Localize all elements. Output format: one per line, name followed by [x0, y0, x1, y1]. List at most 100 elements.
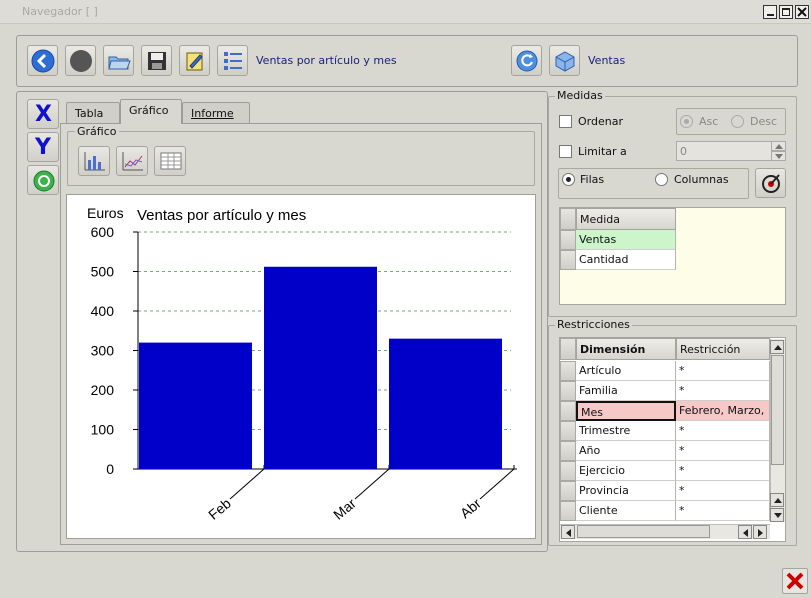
dimension-cell[interactable]: Familia [576, 381, 676, 401]
tab-tabla-label: Tabla [75, 107, 104, 120]
dimension-col-header[interactable]: Dimensión [576, 338, 676, 360]
medidas-corner [560, 208, 576, 230]
chart-title: Ventas por artículo y mes [137, 207, 306, 224]
close-icon [797, 7, 807, 17]
dimension-cell[interactable]: Ejercicio [576, 461, 676, 481]
asc-radio[interactable] [680, 115, 693, 128]
medida-row-cantidad[interactable]: Cantidad [576, 250, 676, 270]
open-button[interactable] [103, 45, 134, 76]
restriccion-cell[interactable]: * [676, 381, 770, 401]
stop-button[interactable] [65, 45, 96, 76]
save-button[interactable] [141, 45, 172, 76]
cube-label: Ventas [588, 54, 626, 67]
restriccion-cell[interactable]: * [676, 461, 770, 481]
medidas-col-header: Medida [576, 208, 676, 230]
dimension-cell[interactable]: Mes [576, 401, 676, 421]
x-tick-leader [354, 468, 390, 500]
scroll-left-button[interactable] [561, 525, 575, 539]
bar-chart-button[interactable] [78, 146, 110, 176]
tab-tabla[interactable]: Tabla [66, 102, 120, 124]
y-tick-label: 100 [91, 422, 115, 438]
target-button[interactable] [755, 168, 786, 198]
window-titlebar[interactable]: Navegador [ ] [0, 0, 811, 24]
medida-row-ventas[interactable]: Ventas [576, 230, 676, 250]
back-arrow-icon [31, 49, 55, 73]
restriccion-cell[interactable]: * [676, 441, 770, 461]
maximize-button[interactable] [779, 5, 793, 19]
restriccion-cell[interactable]: * [676, 421, 770, 441]
line-chart-icon [122, 152, 143, 171]
chevron-down-icon [775, 154, 783, 159]
restriccion-row-header[interactable] [560, 381, 576, 401]
tab-grafico[interactable]: Gráfico [120, 99, 182, 124]
filas-radio-dot [566, 177, 571, 182]
scroll-up-button[interactable] [770, 340, 784, 354]
restricciones-legend: Restricciones [555, 318, 632, 331]
dimension-cell[interactable]: Cliente [576, 501, 676, 521]
tab-informe[interactable]: Informe [182, 102, 250, 124]
dimension-cell[interactable]: Año [576, 441, 676, 461]
filas-radio[interactable] [562, 173, 575, 186]
x-tick-leader [479, 468, 515, 500]
scroll-right-button[interactable] [753, 525, 767, 539]
chevron-right-icon [758, 529, 763, 537]
limit-spinner-input[interactable]: 0 [676, 141, 772, 161]
spinner-down-button[interactable] [771, 151, 786, 161]
target-icon [762, 174, 780, 193]
medidas-row-header[interactable] [560, 230, 576, 250]
y-tick-label: 200 [91, 382, 115, 398]
close-window-button[interactable] [795, 5, 809, 19]
scroll-left-button-right[interactable] [738, 525, 752, 539]
bar-mar [264, 266, 377, 469]
medidas-row-header[interactable] [560, 250, 576, 270]
dimension-cell[interactable]: Provincia [576, 481, 676, 501]
scroll-up-button-lower[interactable] [770, 493, 784, 507]
restriccion-cell[interactable]: * [676, 481, 770, 501]
back-button[interactable] [27, 45, 58, 76]
restriccion-cell[interactable]: * [676, 361, 770, 381]
restriccion-row-header[interactable] [560, 441, 576, 461]
scroll-down-button[interactable] [770, 508, 784, 522]
line-chart-button[interactable] [116, 146, 148, 176]
close-dialog-button[interactable] [782, 568, 808, 594]
restriccion-row-header[interactable] [560, 401, 576, 421]
restriccion-col-header[interactable]: Restricción [676, 338, 770, 360]
restriccion-cell[interactable]: * [676, 501, 770, 521]
list-button[interactable] [217, 45, 248, 76]
grafico-group-legend: Gráfico [75, 125, 119, 138]
y-axis-button[interactable]: Y [27, 132, 59, 162]
asc-radio-dot [684, 119, 689, 124]
swap-axes-button[interactable] [27, 165, 59, 195]
restriccion-cell[interactable]: Febrero, Marzo, [676, 401, 770, 421]
cube-button[interactable] [549, 45, 580, 76]
restriccion-row-header[interactable] [560, 501, 576, 521]
columnas-radio[interactable] [655, 173, 668, 186]
ordenar-checkbox[interactable] [559, 115, 572, 128]
swap-axes-icon [33, 170, 55, 192]
chevron-left-icon [743, 529, 748, 537]
desc-radio[interactable] [731, 115, 744, 128]
limitar-checkbox[interactable] [559, 145, 572, 158]
minimize-icon [767, 14, 774, 16]
restriccion-row-header[interactable] [560, 421, 576, 441]
spinner-up-button[interactable] [771, 141, 786, 151]
y-tick-label: 600 [91, 224, 115, 240]
scroll-thumb[interactable] [771, 355, 784, 465]
edit-notepad-icon [186, 52, 203, 71]
hscroll-thumb[interactable] [577, 525, 710, 538]
table-view-button[interactable] [154, 146, 186, 176]
floppy-disk-icon [148, 52, 166, 70]
restriccion-row-header[interactable] [560, 361, 576, 381]
restriccion-row-header[interactable] [560, 481, 576, 501]
edit-button[interactable] [179, 45, 210, 76]
asc-label: Asc [699, 115, 719, 128]
chevron-up-icon [774, 498, 782, 503]
restriccion-row-header[interactable] [560, 461, 576, 481]
minimize-button[interactable] [763, 5, 777, 19]
dimension-cell[interactable]: Artículo [576, 361, 676, 381]
x-axis-button[interactable]: X [27, 99, 59, 129]
bar-abr [389, 338, 502, 469]
bar-chart-icon [84, 152, 105, 171]
refresh-button[interactable] [511, 45, 542, 76]
dimension-cell[interactable]: Trimestre [576, 421, 676, 441]
